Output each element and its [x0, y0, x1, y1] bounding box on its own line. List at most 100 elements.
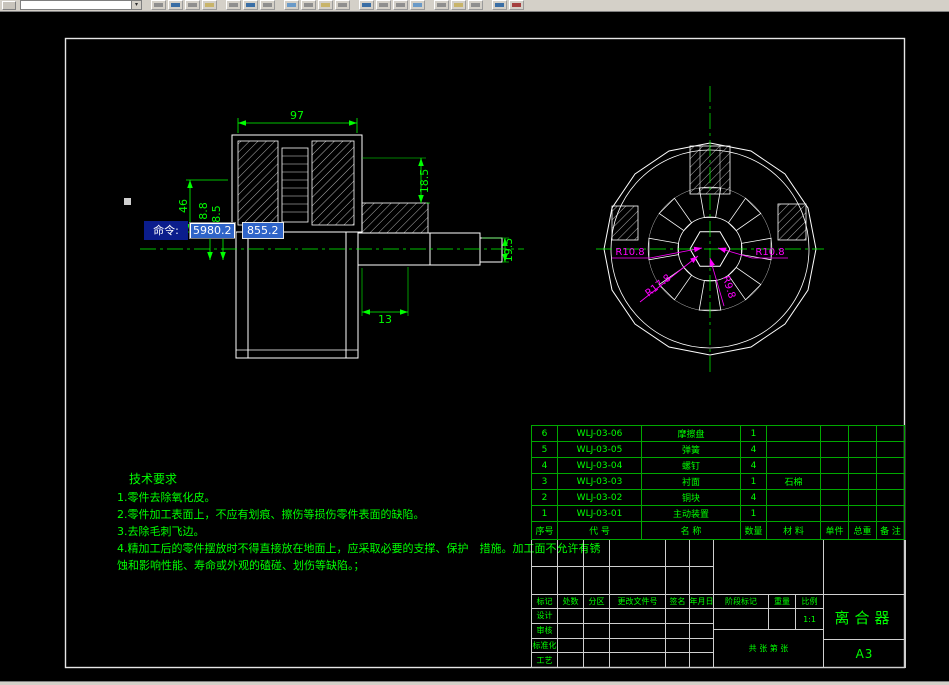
- toolbar-icon-20[interactable]: [509, 0, 524, 10]
- bom-header-qty: 数量: [741, 522, 767, 540]
- toolbar-icon-10[interactable]: [318, 0, 333, 10]
- bom-material: [767, 506, 821, 522]
- toolbar-icon-16[interactable]: [434, 0, 449, 10]
- rev-header-count: 处数: [558, 595, 584, 609]
- dim-h2-label: 8.5: [210, 205, 223, 223]
- bom-name: 衬面: [642, 474, 741, 490]
- bom-cell-empty: [877, 458, 905, 474]
- toolbar: ▾: [0, 0, 949, 12]
- titleblock-cell-empty: [610, 609, 666, 624]
- dim-r-left-label: R10.8: [615, 247, 644, 258]
- rev-header-doc-no: 更改文件号: [610, 595, 666, 609]
- titleblock-cell-empty: [666, 638, 690, 654]
- bom-header-name: 名 称: [642, 522, 741, 540]
- bom-code: WLJ-03-03: [558, 474, 642, 490]
- toolbar-icon-4[interactable]: [202, 0, 217, 10]
- bom-header-code: 代 号: [558, 522, 642, 540]
- stage-mark-value: [714, 609, 769, 630]
- dim-r-right-label: R10.8: [755, 247, 784, 258]
- toolbar-combobox[interactable]: ▾: [20, 0, 142, 10]
- toolbar-icon-15[interactable]: [410, 0, 425, 10]
- toolbar-icon-11[interactable]: [335, 0, 350, 10]
- toolbar-icon-7[interactable]: [260, 0, 275, 10]
- coordinate-x-value: 5980.2: [191, 223, 234, 238]
- role-standardization: 标准化: [532, 638, 558, 654]
- bom-material: [767, 458, 821, 474]
- toolbar-icon-8[interactable]: [284, 0, 299, 10]
- bom-seq: 1: [532, 506, 558, 522]
- technical-requirements: 技术要求 1.零件去除氧化皮。 2.零件加工表面上，不应有划痕、擦伤等损伤零件表…: [117, 471, 601, 574]
- bom-material: [767, 442, 821, 458]
- toolbar-icon-19[interactable]: [492, 0, 507, 10]
- titleblock-cell-empty: [558, 567, 584, 595]
- dim-step-length-label: 13: [378, 313, 392, 326]
- bom-material: [767, 426, 821, 442]
- toolbar-icon-17[interactable]: [451, 0, 466, 10]
- tech-requirements-title: 技术要求: [129, 472, 178, 486]
- bom-cell-empty: [849, 442, 877, 458]
- drawing-title-zone: 离合器 A3: [824, 540, 906, 668]
- toolbar-icon-12[interactable]: [359, 0, 374, 10]
- rev-header-sign: 签名: [666, 595, 690, 609]
- tech-requirement-line: 4.精加工后的零件摆放时不得直接放在地面上，应采取必要的支撑、保护 措施。加工面…: [117, 542, 601, 555]
- section-view: [231, 134, 503, 359]
- toolbar-icon-18[interactable]: [468, 0, 483, 10]
- rev-header-mark: 标记: [532, 595, 558, 609]
- toolbar-icon-3[interactable]: [185, 0, 200, 10]
- toolbar-icon-2[interactable]: [168, 0, 183, 10]
- titleblock-cell-empty: [532, 540, 558, 567]
- rev-header-date: 年月日: [690, 595, 714, 609]
- tech-requirement-line: 蚀和影响性能、寿命或外观的磕碰、划伤等缺陷。；: [117, 559, 365, 572]
- coordinate-y-field[interactable]: 855.2: [242, 222, 284, 239]
- bom-cell-empty: [877, 490, 905, 506]
- titleblock-cell-empty: [690, 638, 714, 654]
- dim-h1-label: 8.8: [197, 202, 210, 220]
- bom-header-unit-weight: 单件: [821, 522, 849, 540]
- grip-point[interactable]: [124, 198, 131, 205]
- chevron-down-icon[interactable]: ▾: [131, 1, 141, 9]
- bom-qty: 4: [741, 458, 767, 474]
- coordinate-x-input[interactable]: 5980.2: [189, 222, 236, 239]
- bom-code: WLJ-03-06: [558, 426, 642, 442]
- toolbar-icon-13[interactable]: [376, 0, 391, 10]
- bom-cell-empty: [849, 458, 877, 474]
- command-prompt-label: 命令:: [144, 221, 188, 240]
- bom-code: WLJ-03-02: [558, 490, 642, 506]
- toolbar-icon-14[interactable]: [393, 0, 408, 10]
- titleblock-cell-empty: [610, 623, 666, 639]
- bom-cell-empty: [821, 490, 849, 506]
- toolbar-icon-9[interactable]: [301, 0, 316, 10]
- bom-material: [767, 490, 821, 506]
- bom-seq: 6: [532, 426, 558, 442]
- bom-cell-empty: [821, 458, 849, 474]
- bom-cell-empty: [849, 426, 877, 442]
- title-block: 标记 处数 分区 更改文件号 签名 年月日 设计 审核 标准化 工艺 阶段标记 …: [531, 540, 906, 668]
- dim-width-label: 97: [290, 109, 304, 122]
- toolbar-button-1[interactable]: [2, 1, 16, 10]
- bom-cell-empty: [877, 474, 905, 490]
- titleblock-cell-empty: [558, 638, 584, 654]
- bom-cell-empty: [821, 442, 849, 458]
- bom-cell-empty: [821, 506, 849, 522]
- dim-step-label: 18.5: [418, 169, 431, 194]
- bom-name: 摩擦盘: [642, 426, 741, 442]
- titleblock-cell-empty: [666, 623, 690, 639]
- role-check: 审核: [532, 623, 558, 639]
- dim-height-label: 46: [177, 199, 190, 213]
- titleblock-cell-empty: [558, 653, 584, 668]
- titleblock-cell-empty: [610, 567, 666, 595]
- toolbar-icon-5[interactable]: [226, 0, 241, 10]
- sheet-size: A3: [824, 640, 906, 668]
- spline-ladder: [282, 155, 308, 213]
- scale-label: 比例: [796, 595, 824, 609]
- titleblock-cell-empty: [690, 623, 714, 639]
- tech-requirement-line: 3.去除毛刺飞边。: [117, 525, 205, 538]
- dim-shaft-end-label: 19.5: [502, 238, 515, 263]
- titleblock-cell-empty: [666, 609, 690, 624]
- bom-seq: 4: [532, 458, 558, 474]
- bom-header-note: 备 注: [877, 522, 905, 540]
- scale-value: 1:1: [796, 609, 824, 630]
- toolbar-icon-1[interactable]: [151, 0, 166, 10]
- toolbar-icon-6[interactable]: [243, 0, 258, 10]
- bom-material: 石棉: [767, 474, 821, 490]
